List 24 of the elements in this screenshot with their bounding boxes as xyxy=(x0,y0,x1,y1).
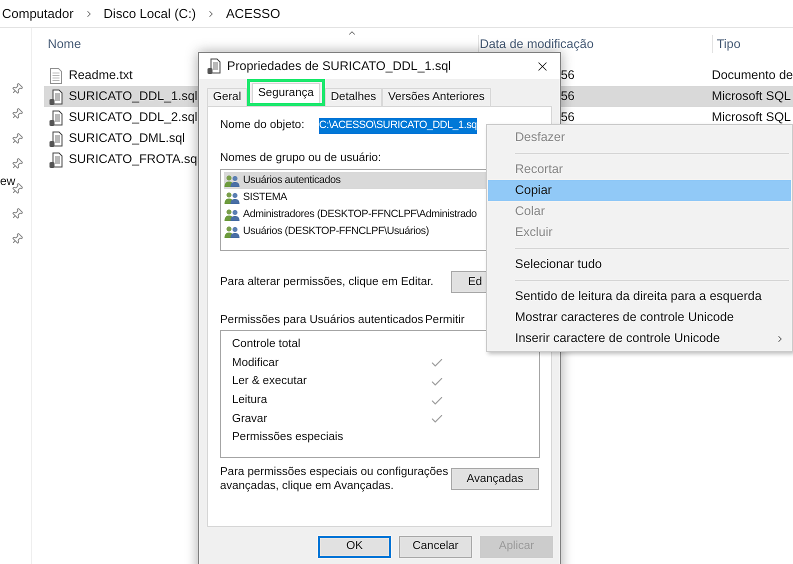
permission-name: Leitura xyxy=(232,393,268,408)
permission-name: Controle total xyxy=(232,336,302,352)
file-name: SURICATO_DML.sql xyxy=(68,130,185,148)
permission-name: Ler & executar xyxy=(232,374,308,390)
hint-text: Para permissões especiais ou configurações avançadas, clique em Avançadas. xyxy=(220,465,450,494)
permission-name: Modificar xyxy=(232,356,280,371)
section-label: Nomes de grupo ou de usuário: xyxy=(220,151,382,166)
file-type: Microsoft SQL xyxy=(712,110,791,124)
file-name: SURICATO_DDL_1.sql xyxy=(68,88,198,106)
file-name: SURICATO_DDL_2.sql xyxy=(68,109,198,126)
file-type: Documento de xyxy=(712,68,793,82)
column-header: Permitir xyxy=(425,313,465,328)
hint-text: Para alterar permissões, clique em Editar. xyxy=(220,274,434,290)
permission-name: Gravar xyxy=(232,412,268,427)
field-label: Nome do objeto: xyxy=(220,118,306,134)
file-date: 56 xyxy=(560,110,575,124)
permissions-label: Permissões para Usuários autenticados xyxy=(220,313,424,328)
window-title: Propriedades de SURICATO_DDL_1.sql xyxy=(227,58,452,75)
file-name: Readme.txt xyxy=(68,67,133,84)
permission-name: Permissões especiais xyxy=(232,430,344,446)
file-date: 56 xyxy=(560,68,575,82)
file-date: 56 xyxy=(560,89,575,104)
file-name: SURICATO_FROTA.sql xyxy=(68,151,200,168)
file-type: Microsoft SQL xyxy=(712,89,791,104)
